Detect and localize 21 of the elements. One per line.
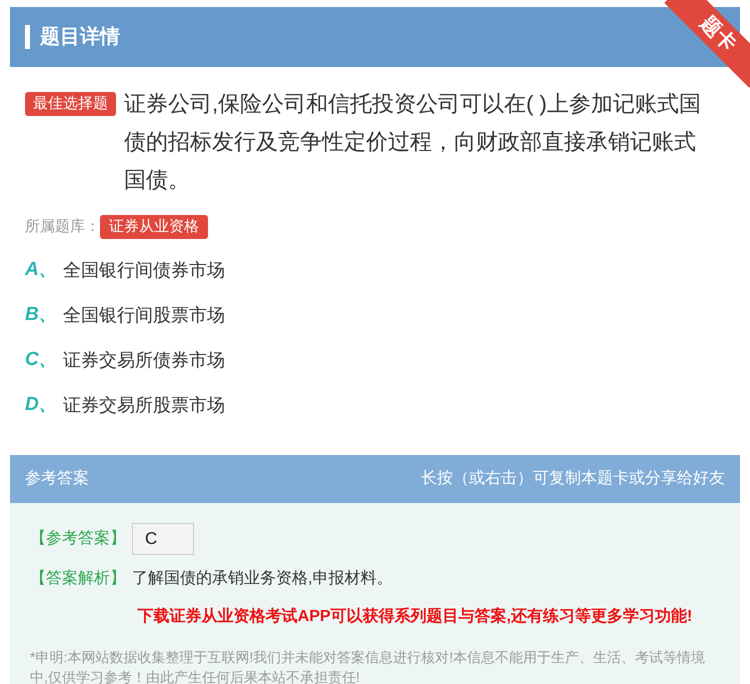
- promo-link[interactable]: 下载证券从业资格考试APP可以获得系列题目与答案,还有练习等更多学习功能!: [30, 605, 720, 629]
- answer-title: 参考答案: [25, 468, 89, 489]
- option-letter: C、: [25, 348, 59, 372]
- option-letter: D、: [25, 392, 59, 417]
- share-hint: 长按（或右击）可复制本题卡或分享给好友: [421, 468, 725, 489]
- option-text: 全国银行间债券市场: [63, 258, 225, 282]
- answer-value: C: [132, 523, 194, 555]
- option-text: 证券交易所债券市场: [63, 348, 225, 372]
- question-type-badge: 最佳选择题: [25, 92, 116, 116]
- bank-tag[interactable]: 证券从业资格: [100, 215, 208, 239]
- option-text: 全国银行间股票市场: [63, 304, 225, 326]
- option-text: 证券交易所股票市场: [63, 394, 225, 416]
- analysis-label: 【答案解析】: [30, 568, 126, 589]
- answer-label: 【参考答案】: [30, 528, 126, 549]
- title-marker: [25, 25, 30, 49]
- analysis-text: 了解国债的承销业务资格,申报材料。: [132, 568, 392, 589]
- question-text: 证券公司,保险公司和信托投资公司可以在( )上参加记账式国债的招标发行及竞争性定价过程，向财政部直接承销记账式国债。: [124, 90, 702, 194]
- page-title: 题目详情: [40, 24, 120, 50]
- bank-label: 所属题库：: [25, 216, 100, 237]
- option-letter: B、: [25, 302, 59, 327]
- option-letter: A、: [25, 258, 59, 282]
